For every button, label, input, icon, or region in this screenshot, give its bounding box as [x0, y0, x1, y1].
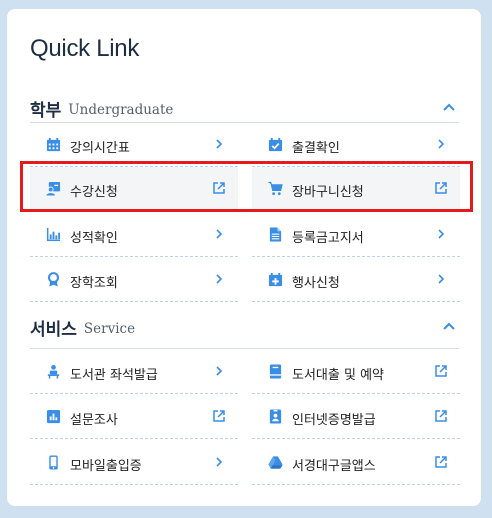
chevron-right-icon — [438, 274, 445, 284]
chevron-right-icon — [216, 366, 223, 376]
survey-chart-icon — [46, 409, 61, 424]
page-title: Quick Link — [30, 35, 140, 62]
external-link-icon — [213, 182, 225, 194]
chevron-right-icon — [438, 229, 445, 239]
seat-icon — [47, 364, 60, 379]
quick-link-label: 강의시간표 — [70, 141, 130, 156]
section-header-service[interactable]: 서비스 Service — [30, 311, 460, 343]
quick-link-label: 등록금고지서 — [292, 231, 364, 246]
book-icon — [269, 364, 282, 379]
chevron-right-icon — [216, 274, 223, 284]
calendar-plus-icon — [268, 272, 283, 287]
quick-link-card: Quick Link 학부 Undergraduate 강의시간표 출결확인 수… — [7, 9, 481, 506]
quick-link-label: 행사신청 — [292, 276, 340, 291]
quick-link-cart-registration[interactable]: 장바구니신청 — [252, 167, 460, 211]
chevron-right-icon — [216, 139, 223, 149]
chevron-up-icon[interactable] — [440, 318, 458, 336]
section-title-ko: 서비스 — [30, 319, 77, 340]
section-header-undergraduate[interactable]: 학부 Undergraduate — [30, 92, 460, 124]
quick-link-label: 수강신청 — [70, 185, 118, 200]
quick-link-label: 장바구니신청 — [292, 185, 364, 200]
quick-link-course-registration[interactable]: 수강신청 — [30, 167, 238, 211]
id-card-icon — [269, 409, 282, 424]
quick-link-label: 도서대출 및 예약 — [292, 368, 384, 383]
bar-chart-icon — [46, 227, 61, 242]
quick-link-mobile-pass[interactable]: 모바일출입증 — [30, 441, 238, 485]
quick-link-label: 모바일출입증 — [70, 459, 142, 474]
mobile-icon — [49, 455, 58, 470]
chevron-right-icon — [216, 457, 223, 467]
quick-link-attendance[interactable]: 출결확인 — [252, 123, 460, 167]
quick-link-label: 도서관 좌석발급 — [70, 368, 158, 383]
external-link-icon — [435, 182, 447, 194]
section-title-en: Undergraduate — [68, 101, 174, 118]
external-link-icon — [435, 365, 447, 377]
quick-link-book-loan[interactable]: 도서대출 및 예약 — [252, 350, 460, 394]
chevron-right-icon — [438, 139, 445, 149]
external-link-icon — [213, 410, 225, 422]
quick-link-timetable[interactable]: 강의시간표 — [30, 123, 238, 167]
section-title-en: Service — [83, 320, 136, 337]
quick-link-grades[interactable]: 성적확인 — [30, 213, 238, 257]
quick-link-library-seat[interactable]: 도서관 좌석발급 — [30, 350, 238, 394]
quick-link-tuition-bill[interactable]: 등록금고지서 — [252, 213, 460, 257]
quick-link-label: 인터넷증명발급 — [292, 413, 376, 428]
document-icon — [269, 227, 282, 242]
calendar-check-icon — [268, 137, 283, 152]
divider — [30, 348, 459, 349]
google-drive-icon — [268, 456, 283, 469]
quick-link-label: 성적확인 — [70, 231, 118, 246]
award-icon — [47, 272, 60, 287]
quick-link-scholarship[interactable]: 장학조회 — [30, 258, 238, 302]
person-board-icon — [46, 181, 61, 196]
quick-link-event-registration[interactable]: 행사신청 — [252, 258, 460, 302]
quick-link-label: 서경대구글앱스 — [292, 459, 376, 474]
section-title-ko: 학부 — [30, 100, 62, 121]
quick-link-label: 출결확인 — [292, 141, 340, 156]
quick-link-label: 장학조회 — [70, 276, 118, 291]
quick-link-label: 설문조사 — [70, 413, 118, 428]
quick-link-google-apps[interactable]: 서경대구글앱스 — [252, 441, 460, 485]
calendar-icon — [46, 137, 61, 152]
quick-link-survey[interactable]: 설문조사 — [30, 395, 238, 439]
external-link-icon — [435, 410, 447, 422]
chevron-up-icon[interactable] — [440, 99, 458, 117]
cart-icon — [268, 181, 283, 196]
external-link-icon — [435, 456, 447, 468]
chevron-right-icon — [216, 229, 223, 239]
quick-link-certificate[interactable]: 인터넷증명발급 — [252, 395, 460, 439]
